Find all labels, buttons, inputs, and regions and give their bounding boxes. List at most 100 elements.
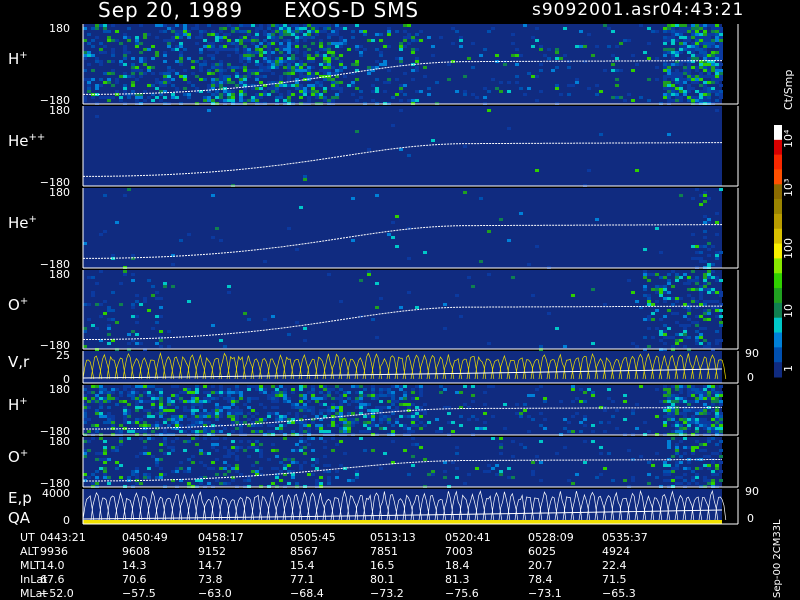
intensity-cell [207, 45, 211, 48]
intensity-cell [415, 418, 419, 421]
intensity-cell [83, 330, 87, 333]
intensity-cell [347, 397, 351, 400]
table-cell: 0450:49 [122, 531, 168, 544]
table-cell: 6025 [528, 545, 556, 558]
intensity-cell [159, 297, 163, 300]
intensity-cell [251, 430, 255, 433]
intensity-cell [699, 285, 703, 288]
intensity-cell [531, 394, 535, 397]
intensity-cell [331, 99, 335, 102]
intensity-cell [299, 409, 303, 412]
intensity-cell [671, 39, 675, 42]
intensity-cell [279, 60, 283, 63]
intensity-cell [571, 430, 575, 433]
intensity-cell [331, 388, 335, 391]
intensity-cell [483, 427, 487, 430]
colorbar-tick-1e3: 10³ [782, 178, 795, 197]
intensity-cell [395, 57, 399, 60]
intensity-cell [559, 93, 563, 96]
intensity-cell [139, 418, 143, 421]
intensity-cell [595, 218, 599, 221]
intensity-cell [255, 33, 259, 36]
intensity-cell [411, 418, 415, 421]
intensity-cell [283, 99, 287, 102]
intensity-cell [95, 470, 99, 473]
intensity-cell [203, 391, 207, 394]
intensity-cell [431, 470, 435, 473]
intensity-cell [695, 336, 699, 339]
intensity-cell [699, 93, 703, 96]
intensity-cell [219, 81, 223, 84]
intensity-cell [687, 403, 691, 406]
intensity-cell [103, 452, 107, 455]
intensity-cell [387, 30, 391, 33]
intensity-cell [275, 39, 279, 42]
intensity-cell [175, 87, 179, 90]
intensity-cell [83, 69, 87, 72]
intensity-cell [287, 464, 291, 467]
intensity-cell [667, 388, 671, 391]
intensity-cell [135, 99, 139, 102]
intensity-cell [699, 24, 703, 27]
intensity-cell [531, 473, 535, 476]
intensity-cell [635, 300, 639, 303]
colorbar-swatch [774, 169, 782, 185]
intensity-cell [699, 84, 703, 87]
intensity-cell [707, 455, 711, 458]
intensity-cell [323, 430, 327, 433]
intensity-cell [703, 443, 707, 446]
intensity-cell [255, 99, 259, 102]
intensity-cell [719, 470, 723, 473]
intensity-cell [679, 385, 683, 388]
intensity-cell [691, 400, 695, 403]
intensity-cell [291, 461, 295, 464]
intensity-cell [667, 479, 671, 482]
intensity-cell [211, 443, 215, 446]
intensity-cell [243, 403, 247, 406]
intensity-cell [199, 36, 203, 39]
intensity-cell [327, 476, 331, 479]
intensity-cell [659, 333, 663, 336]
intensity-cell [155, 81, 159, 84]
intensity-cell [135, 467, 139, 470]
intensity-cell [543, 400, 547, 403]
intensity-cell [251, 87, 255, 90]
intensity-cell [191, 455, 195, 458]
intensity-cell [227, 482, 231, 485]
intensity-cell [239, 84, 243, 87]
intensity-cell [595, 93, 599, 96]
intensity-cell [263, 391, 267, 394]
intensity-cell [311, 93, 315, 96]
intensity-cell [319, 96, 323, 99]
intensity-cell [107, 39, 111, 42]
intensity-cell [687, 336, 691, 339]
intensity-cell [275, 99, 279, 102]
intensity-cell [119, 63, 123, 66]
intensity-cell [199, 400, 203, 403]
intensity-cell [235, 45, 239, 48]
intensity-cell [135, 397, 139, 400]
intensity-cell [327, 27, 331, 30]
intensity-cell [143, 391, 147, 394]
intensity-cell [267, 48, 271, 51]
intensity-cell [647, 99, 651, 102]
intensity-cell [539, 479, 543, 482]
intensity-cell [483, 470, 487, 473]
intensity-cell [691, 45, 695, 48]
intensity-cell [139, 342, 143, 345]
intensity-cell [147, 394, 151, 397]
intensity-cell [187, 418, 191, 421]
intensity-cell [275, 30, 279, 33]
intensity-cell [711, 66, 715, 69]
intensity-cell [263, 388, 267, 391]
intensity-cell [183, 409, 187, 412]
intensity-cell [679, 81, 683, 84]
intensity-cell [143, 473, 147, 476]
intensity-cell [631, 69, 635, 72]
intensity-cell [695, 412, 699, 415]
intensity-cell [215, 449, 219, 452]
intensity-cell [207, 54, 211, 57]
intensity-cell [171, 48, 175, 51]
intensity-cell [395, 418, 399, 421]
intensity-cell [439, 36, 443, 39]
